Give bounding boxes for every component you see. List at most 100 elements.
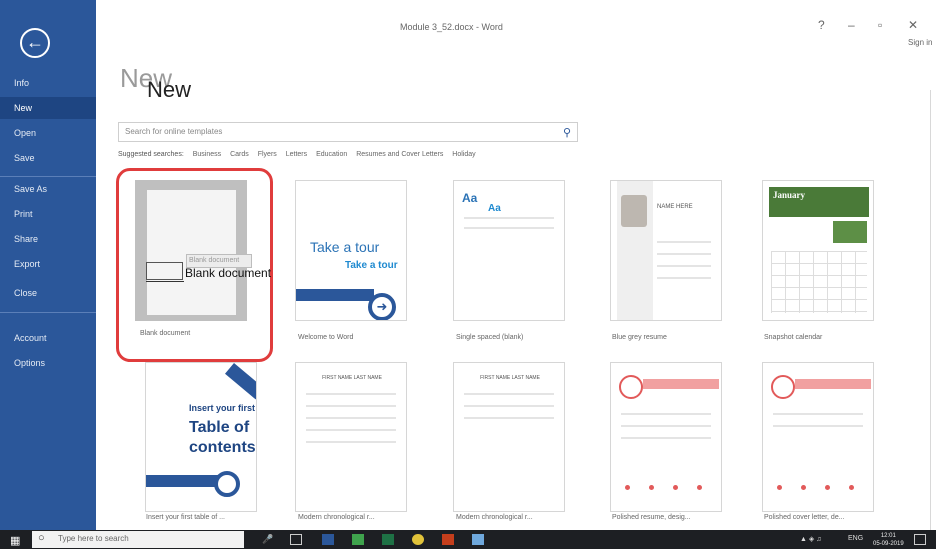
suggested-link-letters[interactable]: Letters — [286, 151, 307, 158]
sidebar-divider — [0, 176, 96, 177]
search-icon[interactable]: ⚲ — [563, 126, 571, 139]
template-blue-grey-resume[interactable]: NAME HERE — [610, 180, 722, 321]
template-single-spaced[interactable]: Aa — [453, 180, 565, 321]
suggested-link-resumes[interactable]: Resumes and Cover Letters — [356, 151, 443, 158]
tray-language[interactable]: ENG — [848, 535, 863, 542]
template-polished-resume[interactable] — [610, 362, 722, 512]
sidebar-item-save-as[interactable]: Save As — [0, 178, 96, 200]
text-line — [464, 393, 554, 395]
suggested-link-education[interactable]: Education — [316, 151, 347, 158]
powerpoint-app-icon[interactable] — [442, 534, 454, 545]
text-line — [464, 417, 554, 419]
suggested-link-holiday[interactable]: Holiday — [452, 151, 475, 158]
windows-start-icon[interactable]: ▦ — [10, 534, 20, 547]
app-icon[interactable] — [472, 534, 484, 545]
back-arrow-icon[interactable]: ← — [20, 28, 50, 58]
help-icon[interactable]: ? — [818, 18, 825, 32]
text-line — [464, 227, 554, 229]
word-app-icon[interactable] — [322, 534, 334, 545]
bullet-dot — [849, 485, 854, 490]
template-caption: Single spaced (blank) — [456, 334, 524, 341]
task-view-icon[interactable] — [290, 534, 302, 545]
card-title: FIRST NAME LAST NAME — [480, 375, 540, 381]
aa-label: Aa — [488, 203, 501, 214]
sidebar-item-open[interactable]: Open — [0, 122, 96, 144]
taskbar-search-placeholder: Type here to search — [58, 534, 129, 543]
sidebar-divider — [0, 312, 96, 313]
initials-circle — [619, 375, 643, 399]
template-modern-chronological-resume-2[interactable]: FIRST NAME LAST NAME — [453, 362, 565, 512]
sidebar-item-share[interactable]: Share — [0, 228, 96, 250]
photo-placeholder — [621, 195, 647, 227]
tray-icons[interactable]: ▲ ◈ ♫ — [800, 535, 821, 543]
sidebar-item-close[interactable]: Close — [0, 282, 96, 304]
sidebar-item-print[interactable]: Print — [0, 203, 96, 225]
sidebar-item-options[interactable]: Options — [0, 352, 96, 374]
sidebar-item-new[interactable]: New — [0, 97, 96, 119]
text-line — [657, 253, 711, 255]
window-title: Module 3_52.docx - Word — [400, 22, 503, 32]
template-polished-cover-letter[interactable] — [762, 362, 874, 512]
close-button[interactable]: ✕ — [908, 18, 918, 32]
bullet-dot — [825, 485, 830, 490]
label-callout-line — [146, 281, 184, 282]
bullet-dot — [649, 485, 654, 490]
text-line — [306, 405, 396, 407]
restore-button[interactable]: ▫ — [878, 18, 882, 32]
template-modern-chronological-resume[interactable]: FIRST NAME LAST NAME — [295, 362, 407, 512]
text-line — [306, 441, 396, 443]
card-title: Take a tour — [310, 239, 380, 255]
cortana-circle-icon: ○ — [38, 532, 45, 544]
template-caption: Snapshot calendar — [764, 334, 823, 341]
taskbar-clock[interactable]: 12:01 05-09-2019 — [873, 532, 904, 548]
bullet-dot — [801, 485, 806, 490]
template-welcome-to-word[interactable]: Take a tour ➜ — [295, 180, 407, 321]
toc-icon — [214, 471, 240, 497]
template-snapshot-calendar[interactable]: January — [762, 180, 874, 321]
card-title: January — [769, 187, 869, 217]
toc-label-big: Table of contents — [189, 419, 256, 456]
app-icon[interactable] — [352, 534, 364, 545]
suggested-link-business[interactable]: Business — [193, 151, 221, 158]
corner-ribbon — [225, 363, 256, 400]
text-line — [306, 429, 396, 431]
take-a-tour-label: Take a tour — [345, 260, 398, 271]
header-band — [643, 379, 719, 389]
page-title: New — [147, 77, 192, 102]
blank-document-label: Blank document — [185, 266, 272, 280]
bullet-dot — [625, 485, 630, 490]
calendar-grid — [771, 251, 867, 313]
bullet-dot — [697, 485, 702, 490]
template-caption: Modern chronological r... — [298, 514, 375, 521]
template-caption: Welcome to Word — [298, 334, 354, 341]
suggested-label: Suggested searches: — [118, 151, 184, 158]
taskbar-search-box[interactable]: ○ Type here to search — [32, 531, 244, 548]
text-line — [464, 405, 554, 407]
template-caption: Modern chronological r... — [456, 514, 533, 521]
suggested-link-flyers[interactable]: Flyers — [258, 151, 277, 158]
text-line — [621, 437, 711, 439]
sign-in-link[interactable]: Sign in — [908, 38, 932, 47]
suggested-searches: Suggested searches: Business Cards Flyer… — [118, 151, 483, 158]
sidebar-item-save[interactable]: Save — [0, 147, 96, 169]
excel-app-icon[interactable] — [382, 534, 394, 545]
chrome-app-icon[interactable] — [412, 534, 424, 545]
text-line — [621, 413, 711, 415]
bullet-dot — [673, 485, 678, 490]
minimize-button[interactable]: – — [848, 18, 855, 32]
template-search-input[interactable]: Search for online templates ⚲ — [118, 122, 578, 142]
search-placeholder: Search for online templates — [125, 127, 223, 136]
label-callout-box — [146, 262, 183, 280]
sidebar-item-info[interactable]: Info — [0, 72, 96, 94]
sidebar-item-export[interactable]: Export — [0, 253, 96, 275]
sidebar-item-account[interactable]: Account — [0, 327, 96, 349]
text-line — [773, 413, 863, 415]
clock-date: 05-09-2019 — [873, 541, 904, 547]
microphone-icon[interactable]: 🎤 — [262, 534, 273, 545]
backstage-sidebar: ← Info New Open Save Save As Print Share… — [0, 0, 96, 530]
text-line — [657, 241, 711, 243]
arrow-right-icon: ➜ — [368, 293, 396, 320]
suggested-link-cards[interactable]: Cards — [230, 151, 249, 158]
text-line — [657, 277, 711, 279]
notifications-icon[interactable] — [914, 534, 926, 545]
